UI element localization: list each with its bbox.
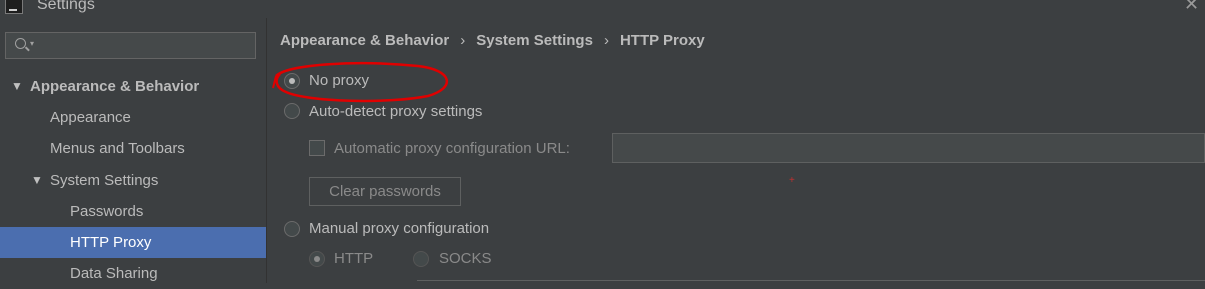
sidebar-item-passwords[interactable]: Passwords bbox=[0, 196, 266, 227]
host-field-edge bbox=[417, 280, 1205, 281]
sidebar: ▾ ▼ Appearance & Behavior Appearance Men… bbox=[0, 18, 267, 283]
sidebar-item-system-settings[interactable]: ▼ System Settings bbox=[0, 165, 266, 196]
no-proxy-label[interactable]: No proxy bbox=[309, 72, 369, 89]
auto-config-url-input[interactable] bbox=[612, 133, 1205, 163]
auto-detect-radio[interactable] bbox=[284, 103, 300, 119]
breadcrumb-item[interactable]: Appearance & Behavior bbox=[280, 32, 449, 49]
breadcrumb: Appearance & Behavior › System Settings › HT… bbox=[280, 32, 705, 49]
auto-config-url-checkbox[interactable] bbox=[309, 140, 325, 156]
sidebar-item-label: Passwords bbox=[70, 203, 144, 220]
sidebar-item-menus-toolbars[interactable]: Menus and Toolbars bbox=[0, 133, 266, 164]
sidebar-item-label: HTTP Proxy bbox=[70, 234, 152, 251]
breadcrumb-separator-icon: › bbox=[603, 32, 609, 49]
sidebar-item-appearance-behavior[interactable]: ▼ Appearance & Behavior bbox=[0, 71, 266, 102]
search-icon bbox=[15, 38, 26, 49]
manual-proxy-label[interactable]: Manual proxy configuration bbox=[309, 220, 489, 237]
expand-arrow-icon[interactable]: ▼ bbox=[11, 71, 23, 102]
title-bar: Settings ✕ bbox=[0, 0, 1205, 18]
breadcrumb-separator-icon: › bbox=[460, 32, 466, 49]
socks-radio[interactable] bbox=[413, 251, 429, 267]
no-proxy-radio[interactable] bbox=[284, 73, 300, 89]
sidebar-item-http-proxy[interactable]: HTTP Proxy bbox=[0, 227, 266, 258]
expand-arrow-icon[interactable]: ▼ bbox=[31, 165, 43, 196]
breadcrumb-item: HTTP Proxy bbox=[619, 32, 705, 49]
search-input[interactable]: ▾ bbox=[5, 32, 256, 59]
sidebar-item-label: System Settings bbox=[50, 172, 159, 189]
window-title: Settings bbox=[37, 0, 95, 13]
sidebar-item-label: Data Sharing bbox=[70, 265, 158, 282]
auto-detect-label[interactable]: Auto-detect proxy settings bbox=[309, 103, 482, 120]
chevron-down-icon: ▾ bbox=[30, 39, 35, 48]
sidebar-item-appearance[interactable]: Appearance bbox=[0, 102, 266, 133]
sidebar-item-data-sharing[interactable]: Data Sharing bbox=[0, 258, 266, 289]
auto-config-url-label[interactable]: Automatic proxy configuration URL: bbox=[334, 140, 570, 157]
manual-proxy-radio[interactable] bbox=[284, 221, 300, 237]
app-icon bbox=[5, 0, 23, 14]
sidebar-item-label: Appearance bbox=[50, 109, 131, 126]
close-icon[interactable]: ✕ bbox=[1184, 0, 1199, 15]
settings-content: Appearance & Behavior › System Settings › HT… bbox=[267, 18, 1205, 283]
http-label[interactable]: HTTP bbox=[334, 250, 373, 267]
sidebar-item-label: Menus and Toolbars bbox=[50, 140, 185, 157]
cursor-mark: + bbox=[789, 175, 795, 186]
clear-passwords-button[interactable]: Clear passwords bbox=[309, 177, 461, 206]
breadcrumb-item[interactable]: System Settings bbox=[476, 32, 593, 49]
sidebar-item-label: Appearance & Behavior bbox=[30, 78, 200, 95]
socks-label[interactable]: SOCKS bbox=[439, 250, 492, 267]
http-radio[interactable] bbox=[309, 251, 325, 267]
